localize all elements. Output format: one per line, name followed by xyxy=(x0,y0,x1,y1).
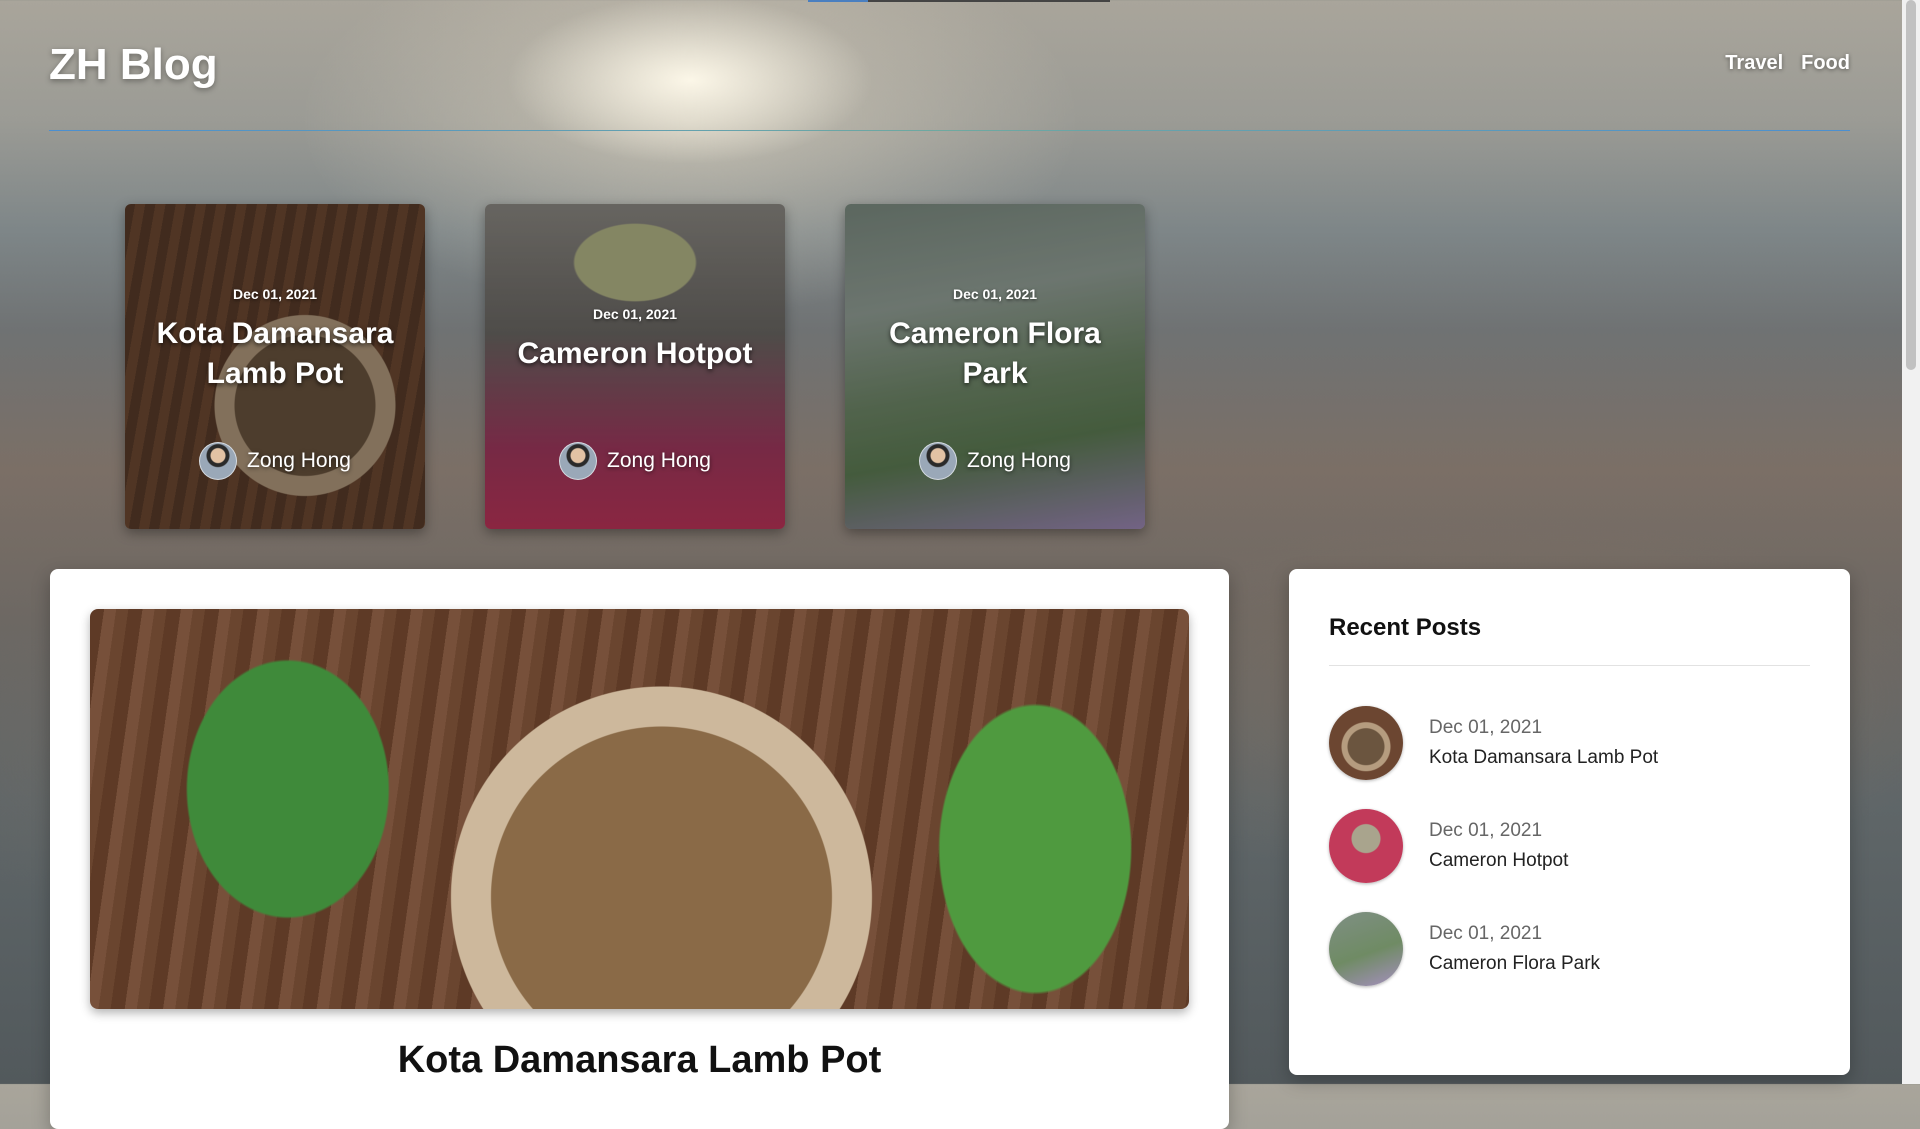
recent-post-date: Dec 01, 2021 xyxy=(1429,923,1543,944)
page-scrollbar[interactable] xyxy=(1902,0,1920,1084)
featured-card-cameron-hotpot[interactable]: Dec 01, 2021 Cameron Hotpot Zong Hong xyxy=(485,204,785,529)
post-title[interactable]: Kota Damansara Lamb Pot xyxy=(50,1039,1229,1082)
author-avatar xyxy=(559,442,598,480)
recent-post-thumbnail[interactable] xyxy=(1329,706,1403,780)
scrollbar-thumb[interactable] xyxy=(1906,0,1916,370)
site-header: ZH Blog Travel Food xyxy=(49,30,1850,130)
card-author: Zong Hong xyxy=(125,442,425,480)
recent-post-text: Dec 01, 2021 Cameron Hotpot xyxy=(1429,820,1568,872)
recent-post-item[interactable]: Dec 01, 2021 Kota Damansara Lamb Pot xyxy=(1329,706,1810,780)
card-content: Dec 01, 2021 Cameron Flora Park Zong Hon… xyxy=(845,204,1145,529)
recent-post-text: Dec 01, 2021 Cameron Flora Park xyxy=(1429,923,1600,975)
nav-food[interactable]: Food xyxy=(1801,52,1850,75)
page-load-progress xyxy=(808,0,1110,2)
card-title[interactable]: Cameron Hotpot xyxy=(500,334,771,374)
recent-post-thumbnail[interactable] xyxy=(1329,912,1403,986)
sidebar-divider xyxy=(1329,665,1810,666)
card-content: Dec 01, 2021 Kota Damansara Lamb Pot Zon… xyxy=(125,204,425,529)
author-name: Zong Hong xyxy=(607,449,711,472)
card-title[interactable]: Cameron Flora Park xyxy=(845,314,1145,394)
nav-travel[interactable]: Travel xyxy=(1725,52,1783,75)
card-author: Zong Hong xyxy=(845,442,1145,480)
post-card: Kota Damansara Lamb Pot xyxy=(50,569,1229,1129)
recent-post-date: Dec 01, 2021 xyxy=(1429,717,1543,738)
card-date: Dec 01, 2021 xyxy=(232,286,318,302)
recent-post-text: Dec 01, 2021 Kota Damansara Lamb Pot xyxy=(1429,717,1658,769)
author-avatar xyxy=(919,442,958,480)
recent-post-thumbnail[interactable] xyxy=(1329,809,1403,883)
recent-posts-sidebar: Recent Posts Dec 01, 2021 Kota Damansara… xyxy=(1289,569,1850,1075)
site-logo[interactable]: ZH Blog xyxy=(49,40,218,90)
card-date: Dec 01, 2021 xyxy=(952,286,1038,302)
header-divider xyxy=(49,130,1850,131)
recent-post-date: Dec 01, 2021 xyxy=(1429,820,1543,841)
main-nav: Travel Food xyxy=(1725,52,1850,75)
recent-post-item[interactable]: Dec 01, 2021 Cameron Hotpot xyxy=(1329,809,1810,883)
card-title[interactable]: Kota Damansara Lamb Pot xyxy=(125,314,425,394)
recent-post-title[interactable]: Cameron Hotpot xyxy=(1429,850,1568,872)
featured-card-lamb-pot[interactable]: Dec 01, 2021 Kota Damansara Lamb Pot Zon… xyxy=(125,204,425,529)
card-date: Dec 01, 2021 xyxy=(592,306,678,322)
post-hero-image[interactable] xyxy=(90,609,1189,1009)
card-author: Zong Hong xyxy=(485,442,785,480)
author-avatar xyxy=(199,442,238,480)
featured-card-cameron-flora-park[interactable]: Dec 01, 2021 Cameron Flora Park Zong Hon… xyxy=(845,204,1145,529)
page-load-progress-fill xyxy=(808,0,868,2)
author-name: Zong Hong xyxy=(967,449,1071,472)
author-name: Zong Hong xyxy=(247,449,351,472)
recent-posts-list: Dec 01, 2021 Kota Damansara Lamb Pot Dec… xyxy=(1329,706,1810,1015)
recent-post-title[interactable]: Kota Damansara Lamb Pot xyxy=(1429,747,1658,769)
sidebar-title: Recent Posts xyxy=(1329,614,1482,641)
featured-posts: Dec 01, 2021 Kota Damansara Lamb Pot Zon… xyxy=(125,204,1145,529)
recent-post-item[interactable]: Dec 01, 2021 Cameron Flora Park xyxy=(1329,912,1810,986)
card-content: Dec 01, 2021 Cameron Hotpot Zong Hong xyxy=(485,204,785,529)
recent-post-title[interactable]: Cameron Flora Park xyxy=(1429,953,1600,975)
